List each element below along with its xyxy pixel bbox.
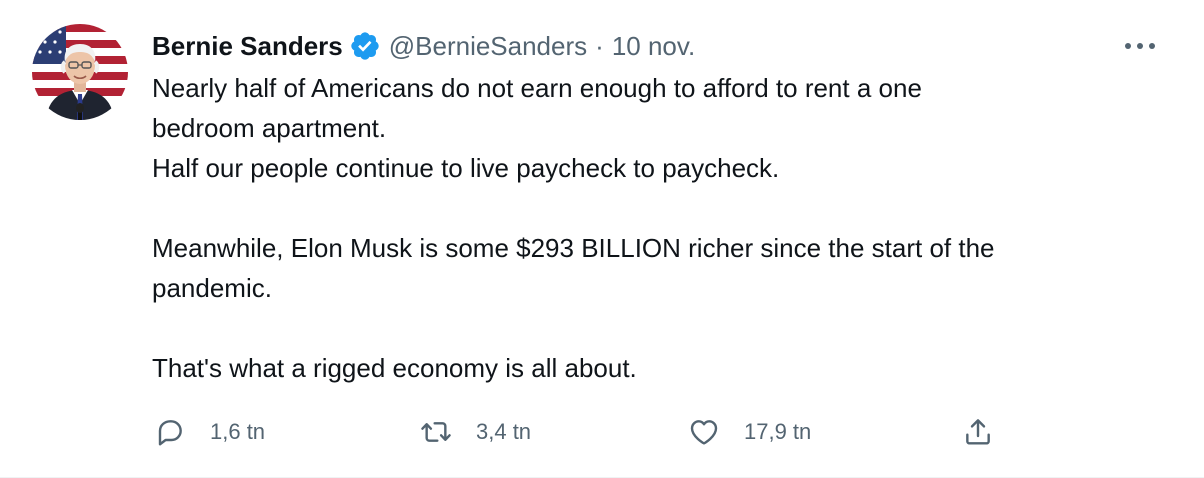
tweet-date[interactable]: 10 nov. bbox=[612, 31, 695, 62]
tweet-card[interactable]: Bernie Sanders @BernieSanders · 10 nov. … bbox=[0, 0, 1204, 478]
tweet-text-line: Half our people continue to live paychec… bbox=[152, 153, 780, 183]
tweet-text: Nearly half of Americans do not earn eno… bbox=[152, 68, 1152, 388]
tweet-text-line: pandemic. bbox=[152, 273, 272, 303]
verified-badge-icon bbox=[349, 30, 381, 62]
author-name[interactable]: Bernie Sanders bbox=[152, 31, 343, 62]
reply-count: 1,6 tn bbox=[210, 419, 266, 444]
tweet-text-line: Meanwhile, Elon Musk is some $293 BILLIO… bbox=[152, 233, 995, 263]
avatar-image bbox=[32, 24, 128, 120]
tweet-header: Bernie Sanders @BernieSanders · 10 nov. bbox=[152, 26, 695, 66]
tweet-text-blank bbox=[152, 188, 1152, 228]
reply-button[interactable]: 1,6 tn bbox=[152, 412, 265, 452]
retweet-count: 3,4 tn bbox=[476, 419, 532, 444]
tweet-text-blank bbox=[152, 308, 1152, 348]
author-handle[interactable]: @BernieSanders bbox=[389, 31, 587, 62]
separator-dot: · bbox=[595, 30, 604, 61]
reply-icon bbox=[152, 414, 188, 450]
avatar[interactable] bbox=[32, 24, 128, 120]
tweet-text-line: bedroom apartment. bbox=[152, 113, 387, 143]
like-count: 17,9 tn bbox=[744, 419, 812, 444]
tweet-text-line: Nearly half of Americans do not earn eno… bbox=[152, 73, 922, 103]
retweet-button[interactable]: 3,4 tn bbox=[418, 412, 531, 452]
share-icon bbox=[960, 414, 996, 450]
share-button[interactable] bbox=[960, 412, 996, 452]
heart-icon bbox=[686, 414, 722, 450]
retweet-icon bbox=[418, 414, 454, 450]
tweet-actions: 1,6 tn 3,4 tn 17,9 tn bbox=[152, 412, 1012, 452]
tweet-text-line: That's what a rigged economy is all abou… bbox=[152, 353, 637, 383]
more-options-icon[interactable] bbox=[1120, 32, 1160, 60]
like-button[interactable]: 17,9 tn bbox=[686, 412, 811, 452]
